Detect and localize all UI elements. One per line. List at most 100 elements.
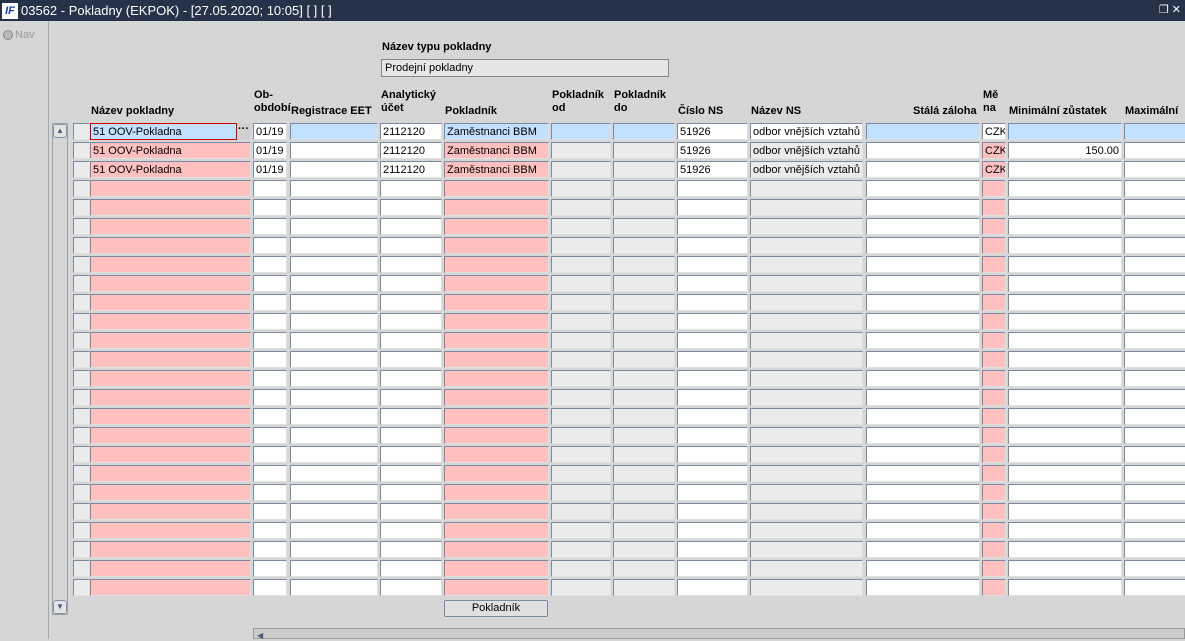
cell-od[interactable] <box>551 142 611 159</box>
cell-do[interactable] <box>613 313 675 330</box>
cell-nazev_ns[interactable] <box>750 218 863 235</box>
cell-max[interactable] <box>1124 541 1185 558</box>
column-header-zaloha[interactable]: Stálá záloha <box>913 105 977 118</box>
cell-nazev_ns[interactable]: odbor vnějších vztahů <box>750 161 863 178</box>
cell-mena[interactable] <box>982 351 1006 368</box>
cell-od[interactable] <box>551 446 611 463</box>
cell-ucet[interactable]: 2112120 <box>380 123 442 140</box>
cell-obdobi[interactable] <box>253 351 287 368</box>
cell-ucet[interactable] <box>380 237 442 254</box>
cell-nazev_ns[interactable] <box>750 427 863 444</box>
cell-obdobi[interactable] <box>253 465 287 482</box>
cell-zaloha[interactable] <box>866 446 980 463</box>
cell-pokladnik[interactable] <box>444 313 549 330</box>
cell-ucet[interactable] <box>380 370 442 387</box>
cell-min[interactable]: 150.00 <box>1008 142 1122 159</box>
cell-nazev[interactable]: 51 OOV-Pokladna <box>90 123 237 140</box>
row-selector[interactable] <box>73 370 90 387</box>
cell-nazev_ns[interactable] <box>750 199 863 216</box>
column-header-max[interactable]: Maximální <box>1125 105 1178 118</box>
row-selector[interactable] <box>73 560 90 577</box>
cell-nazev_ns[interactable] <box>750 541 863 558</box>
cell-nazev_ns[interactable] <box>750 256 863 273</box>
cell-zaloha[interactable] <box>866 484 980 501</box>
cell-mena[interactable] <box>982 256 1006 273</box>
cell-do[interactable] <box>613 484 675 501</box>
cell-cislo_ns[interactable] <box>677 465 748 482</box>
cell-eet[interactable] <box>290 446 378 463</box>
cell-pokladnik[interactable] <box>444 256 549 273</box>
cell-eet[interactable] <box>290 161 378 178</box>
cell-cislo_ns[interactable] <box>677 332 748 349</box>
cell-nazev[interactable] <box>90 408 251 425</box>
cell-mena[interactable] <box>982 237 1006 254</box>
cell-od[interactable] <box>551 123 611 140</box>
row-selector[interactable] <box>73 199 90 216</box>
cell-eet[interactable] <box>290 427 378 444</box>
cell-mena[interactable] <box>982 465 1006 482</box>
cell-obdobi[interactable] <box>253 522 287 539</box>
cell-nazev[interactable] <box>90 313 251 330</box>
cell-obdobi[interactable] <box>253 294 287 311</box>
cell-od[interactable] <box>551 199 611 216</box>
cell-pokladnik[interactable] <box>444 408 549 425</box>
cell-nazev_ns[interactable] <box>750 408 863 425</box>
cell-obdobi[interactable] <box>253 370 287 387</box>
cell-nazev[interactable] <box>90 560 251 577</box>
cell-mena[interactable] <box>982 313 1006 330</box>
cell-eet[interactable] <box>290 408 378 425</box>
cell-min[interactable] <box>1008 579 1122 596</box>
cell-min[interactable] <box>1008 484 1122 501</box>
cell-min[interactable] <box>1008 237 1122 254</box>
cell-obdobi[interactable] <box>253 180 287 197</box>
cell-zaloha[interactable] <box>866 199 980 216</box>
cell-nazev[interactable] <box>90 218 251 235</box>
cell-do[interactable] <box>613 579 675 596</box>
cell-do[interactable] <box>613 370 675 387</box>
cell-pokladnik[interactable] <box>444 218 549 235</box>
cell-zaloha[interactable] <box>866 256 980 273</box>
cell-eet[interactable] <box>290 199 378 216</box>
column-header-nazev_ns[interactable]: Název NS <box>751 105 801 118</box>
cell-max[interactable] <box>1124 522 1185 539</box>
cell-ucet[interactable] <box>380 560 442 577</box>
cell-min[interactable] <box>1008 389 1122 406</box>
cell-nazev[interactable] <box>90 465 251 482</box>
cell-nazev_ns[interactable] <box>750 351 863 368</box>
row-selector[interactable] <box>73 541 90 558</box>
cell-nazev_ns[interactable]: odbor vnějších vztahů <box>750 123 863 140</box>
cell-cislo_ns[interactable] <box>677 579 748 596</box>
cell-nazev_ns[interactable] <box>750 579 863 596</box>
cell-cislo_ns[interactable]: 51926 <box>677 123 748 140</box>
cell-od[interactable] <box>551 541 611 558</box>
cell-eet[interactable] <box>290 180 378 197</box>
cell-nazev[interactable] <box>90 579 251 596</box>
cell-obdobi[interactable] <box>253 218 287 235</box>
cell-ucet[interactable] <box>380 484 442 501</box>
cell-obdobi[interactable] <box>253 408 287 425</box>
cell-max[interactable] <box>1124 465 1185 482</box>
cell-max[interactable] <box>1124 408 1185 425</box>
cell-cislo_ns[interactable]: 51926 <box>677 142 748 159</box>
cell-nazev[interactable] <box>90 180 251 197</box>
cell-do[interactable] <box>613 142 675 159</box>
cell-ucet[interactable] <box>380 256 442 273</box>
cell-do[interactable] <box>613 446 675 463</box>
cell-od[interactable] <box>551 408 611 425</box>
row-selector[interactable] <box>73 123 90 140</box>
cell-cislo_ns[interactable] <box>677 522 748 539</box>
cell-obdobi[interactable] <box>253 275 287 292</box>
vertical-scrollbar[interactable]: ▲ ▼ <box>52 123 68 615</box>
cell-od[interactable] <box>551 370 611 387</box>
cell-eet[interactable] <box>290 579 378 596</box>
cell-zaloha[interactable] <box>866 579 980 596</box>
cell-nazev[interactable]: 51 OOV-Pokladna <box>90 142 251 159</box>
cell-max[interactable] <box>1124 275 1185 292</box>
cell-ucet[interactable] <box>380 218 442 235</box>
cell-mena[interactable] <box>982 180 1006 197</box>
cell-cislo_ns[interactable] <box>677 370 748 387</box>
cell-nazev[interactable] <box>90 446 251 463</box>
cell-obdobi[interactable]: 01/19 <box>253 161 287 178</box>
cell-mena[interactable] <box>982 389 1006 406</box>
cell-eet[interactable] <box>290 389 378 406</box>
